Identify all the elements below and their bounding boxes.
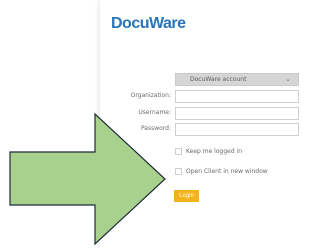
green-right-arrow-icon [9,112,166,246]
